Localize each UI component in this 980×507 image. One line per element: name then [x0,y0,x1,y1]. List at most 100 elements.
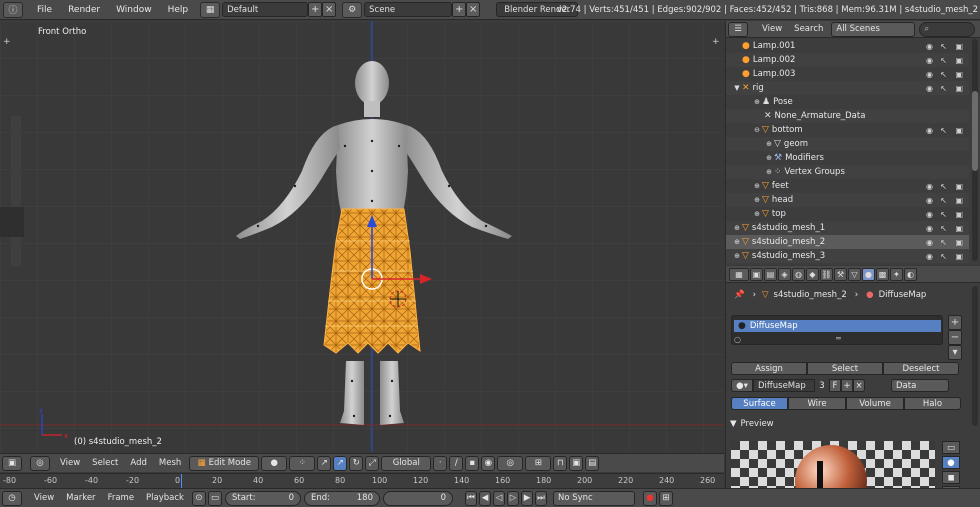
expand-icon[interactable]: ⊕ [764,168,774,176]
outliner-row-lamp002[interactable]: ● Lamp.002 ◉ ↖ ▣ [726,53,969,67]
eye-icon[interactable]: ◉ [926,126,933,135]
outliner-scroll-thumb[interactable] [972,91,978,171]
select-arrow-icon[interactable]: ↖ [940,56,947,65]
scene-tab-icon[interactable]: ◈ [778,267,791,281]
eye-icon[interactable]: ◉ [926,70,933,79]
scale-icon[interactable]: ⤢ [365,455,380,471]
remove-slot-button[interactable]: − [948,330,962,345]
outliner-filter-select[interactable]: All Scenes [831,21,916,37]
tl-menu-marker[interactable]: Marker [60,493,101,503]
play-icon[interactable]: ▷ [506,490,519,506]
halo-tab[interactable]: Halo [904,397,961,410]
material-tab-icon[interactable]: ● [862,267,875,281]
expand-icon[interactable]: ⊕ [752,210,762,218]
face-select-icon[interactable]: ▪ [465,455,480,471]
eye-icon[interactable]: ◉ [926,42,933,51]
surface-tab[interactable]: Surface [731,397,788,410]
particles-tab-icon[interactable]: ✦ [890,267,903,281]
data-tab-icon[interactable]: ▽ [848,267,861,281]
select-arrow-icon[interactable]: ↖ [940,70,947,79]
3d-viewport[interactable]: z x Front Ortho (0) s4studio_mesh_2 + + [0,21,724,452]
menu-view[interactable]: View [54,458,86,468]
add-material-button[interactable]: + [841,379,853,392]
add-scene-button[interactable]: + [452,2,467,17]
menu-file[interactable]: File [29,5,60,15]
render-camera-icon[interactable]: ▣ [955,196,963,205]
outliner-row-bottom[interactable]: ⊖ ▽ bottom ◉ ↖ ▣ [726,123,969,137]
material-users-count[interactable]: 3 [815,379,829,392]
remove-scene-button[interactable]: × [466,2,481,17]
menu-render[interactable]: Render [60,5,108,15]
select-button[interactable]: Select [807,362,883,375]
add-layout-button[interactable]: + [308,2,323,17]
outliner-row-s4studio-mesh-2[interactable]: ⊕ ▽ s4studio_mesh_2 ◉ ↖ ▣ [726,235,969,249]
outliner-row-armature-data[interactable]: ✕ None_Armature_Data [726,109,969,123]
collapse-icon[interactable]: ⊖ [752,126,762,134]
vertex-select-icon[interactable]: · [433,455,448,471]
render-camera-icon[interactable]: ▣ [955,210,963,219]
snap-icon[interactable]: ⊓ [553,455,568,471]
mode-select[interactable]: ▦ Edit Mode [189,455,260,471]
eye-icon[interactable]: ◉ [926,210,933,219]
render-preview-icon[interactable]: ▣ [569,455,584,471]
preview-panel-header[interactable]: ▼ Preview [730,419,774,429]
fake-user-button[interactable]: F [829,379,841,392]
properties-editor-icon[interactable]: ▦ [729,267,749,281]
eye-icon[interactable]: ◉ [926,182,933,191]
outliner-row-vertex-groups[interactable]: ⊕ ⁘ Vertex Groups [726,165,969,179]
shading-select[interactable]: ● [261,455,288,471]
tl-menu-playback[interactable]: Playback [140,493,190,503]
layers-tab-icon[interactable]: ▤ [764,267,777,281]
preview-flat-icon[interactable]: ▭ [942,441,960,454]
outliner-menu-view[interactable]: View [756,24,788,34]
list-resize-grip[interactable]: ○ [734,335,741,344]
select-arrow-icon[interactable]: ↖ [940,182,947,191]
outliner-row-geom[interactable]: ⊕ ▽ geom [726,137,969,151]
outliner-row-top[interactable]: ⊕ ▽ top ◉ ↖ ▣ [726,207,969,221]
outliner-editor-icon[interactable]: ☰ [728,21,748,37]
collapse-icon[interactable]: ▼ [732,84,742,92]
select-arrow-icon[interactable]: ↖ [940,238,947,247]
physics-tab-icon[interactable]: ◐ [904,267,917,281]
render-camera-icon[interactable]: ▣ [955,56,963,65]
menu-add[interactable]: Add [124,458,152,468]
jump-key-forward-icon[interactable]: ▶ [520,490,533,506]
volume-tab[interactable]: Volume [846,397,904,410]
constraints-tab-icon[interactable]: ⛓ [820,267,833,281]
keyset-icon[interactable]: ⊞ [658,490,673,506]
object-tab-icon[interactable]: ◆ [806,267,819,281]
editor-type-button[interactable]: ⓘ [3,1,23,18]
material-name-field[interactable]: DiffuseMap [753,379,815,392]
jump-start-icon[interactable]: ⏮ [464,490,477,506]
material-browse-icon[interactable]: ●▾ [731,379,753,392]
outliner[interactable]: ☰ View Search All Scenes ⌕ ● Lamp.001 ◉ ↖ ▣… [725,21,980,265]
add-slot-button[interactable]: + [948,315,962,330]
outliner-row-feet[interactable]: ⊕ ▽ feet ◉ ↖ ▣ [726,179,969,193]
current-frame-field[interactable]: 0 [382,490,453,506]
select-arrow-icon[interactable]: ↖ [940,252,947,261]
timeline-ruler[interactable]: -80 -60 -40 -20 0 20 40 60 80 100 120 14… [0,473,724,489]
eye-icon[interactable]: ◉ [926,196,933,205]
eye-icon[interactable]: ◉ [926,84,933,93]
scene-icon[interactable]: ⚙ [342,1,363,18]
select-arrow-icon[interactable]: ↖ [940,84,947,93]
viewport-canvas[interactable]: z x [0,21,724,452]
tl-menu-view[interactable]: View [28,493,60,503]
menu-help[interactable]: Help [160,5,197,15]
outliner-row-head[interactable]: ⊕ ▽ head ◉ ↖ ▣ [726,193,969,207]
menu-mesh[interactable]: Mesh [153,458,187,468]
outliner-row-lamp003[interactable]: ● Lamp.003 ◉ ↖ ▣ [726,67,969,81]
record-icon[interactable]: ● [642,490,657,506]
outliner-row-modifiers[interactable]: ⊕ ⚒ Modifiers [726,151,969,165]
select-arrow-icon[interactable]: ↖ [940,210,947,219]
proportional-edit-icon[interactable]: ◎ [497,455,524,471]
assign-button[interactable]: Assign [731,362,807,375]
end-frame-field[interactable]: End: 180 [303,490,380,506]
pin-icon[interactable]: 📌 [734,290,745,300]
properties-editor[interactable]: ▦ ▣ ▤ ◈ ◍ ◆ ⛓ ⚒ ▽ ● ▩ ✦ ◐ 📌 › ▽ s4studio… [725,266,980,488]
wire-tab[interactable]: Wire [788,397,846,410]
properties-scrollbar[interactable] [972,286,978,426]
render-camera-icon[interactable]: ▣ [955,224,963,233]
manipulator-toggle-icon[interactable]: ↗ [317,455,332,471]
outliner-row-pose[interactable]: ⊕ ♟ Pose [726,95,969,109]
